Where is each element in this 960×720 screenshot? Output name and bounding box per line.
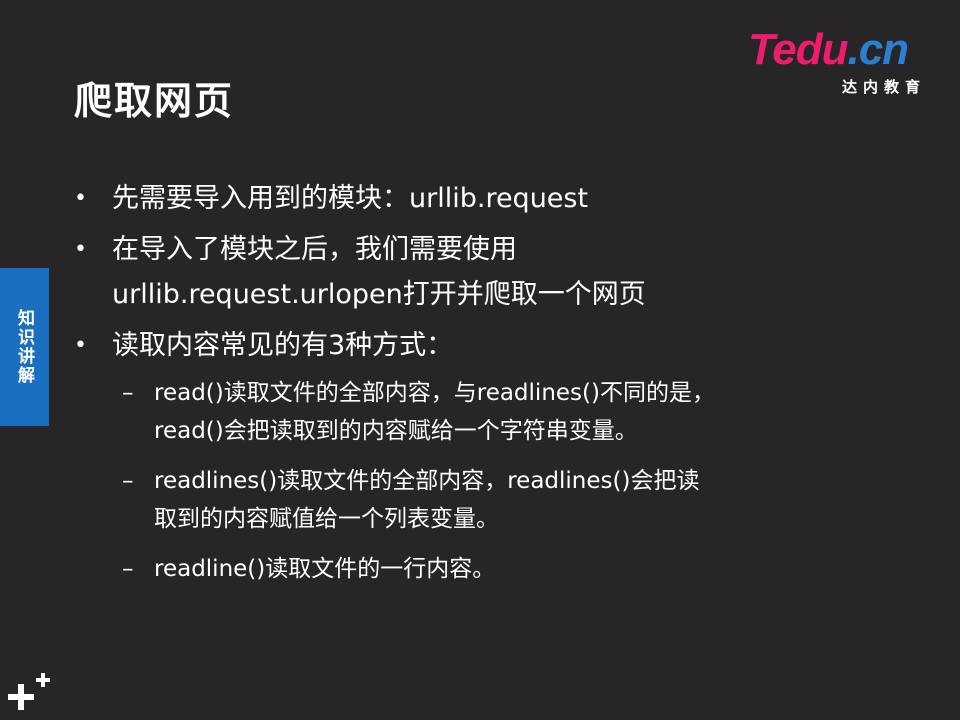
bullet-item: • 读取内容常见的有3种方式： <box>74 323 874 368</box>
bullet-text: 在导入了模块之后，我们需要使用 <box>112 234 517 265</box>
sub-bullet-item: – readlines()读取文件的全部内容，readlines()会把读 取到… <box>74 462 874 538</box>
side-tab-label: 知识讲解 <box>14 309 34 385</box>
bullet-text: 先需要导入用到的模块：urllib.request <box>112 183 589 214</box>
bullet-marker: • <box>74 333 87 358</box>
bullet-marker: • <box>74 237 87 262</box>
bullet-marker: • <box>74 186 87 211</box>
plus-icon <box>8 673 50 710</box>
logo-brand-domain: .cn <box>847 25 909 74</box>
slide: 爬取网页 Tedu.cn 达内教育 知识讲解 • 先需要导入用到的模块：urll… <box>0 0 960 720</box>
logo-brand: Tedu.cn <box>748 25 909 74</box>
sub-bullet-text: read()会把读取到的内容赋给一个字符串变量。 <box>154 418 638 444</box>
bullet-text: urllib.request.urlopen打开并爬取一个网页 <box>112 279 646 310</box>
slide-content: • 先需要导入用到的模块：urllib.request • 在导入了模块之后，我… <box>74 176 874 600</box>
bullet-text: 读取内容常见的有3种方式： <box>112 330 454 361</box>
sub-bullet-text: 取到的内容赋值给一个列表变量。 <box>154 506 499 532</box>
bullet-item: • 在导入了模块之后，我们需要使用 urllib.request.urlopen… <box>74 227 874 317</box>
sub-bullet-marker: – <box>122 556 134 582</box>
sub-bullet-text: readlines()读取文件的全部内容，readlines()会把读 <box>154 468 700 494</box>
sub-bullet-marker: – <box>122 468 134 494</box>
sub-bullet-text: readline()读取文件的一行内容。 <box>154 556 496 582</box>
sub-bullet-item: – readline()读取文件的一行内容。 <box>74 550 874 588</box>
bullet-item: • 先需要导入用到的模块：urllib.request <box>74 176 874 221</box>
sub-bullet-text: read()读取文件的全部内容，与readlines()不同的是， <box>154 380 715 406</box>
side-tab: 知识讲解 <box>0 268 49 426</box>
sub-bullet-marker: – <box>122 380 134 406</box>
tedu-logo: Tedu.cn 达内教育 <box>748 26 938 98</box>
sub-bullet-item: – read()读取文件的全部内容，与readlines()不同的是， read… <box>74 374 874 450</box>
logo-subtitle: 达内教育 <box>841 78 926 96</box>
logo-brand-main: Tedu <box>748 25 848 74</box>
slide-title: 爬取网页 <box>74 79 235 123</box>
